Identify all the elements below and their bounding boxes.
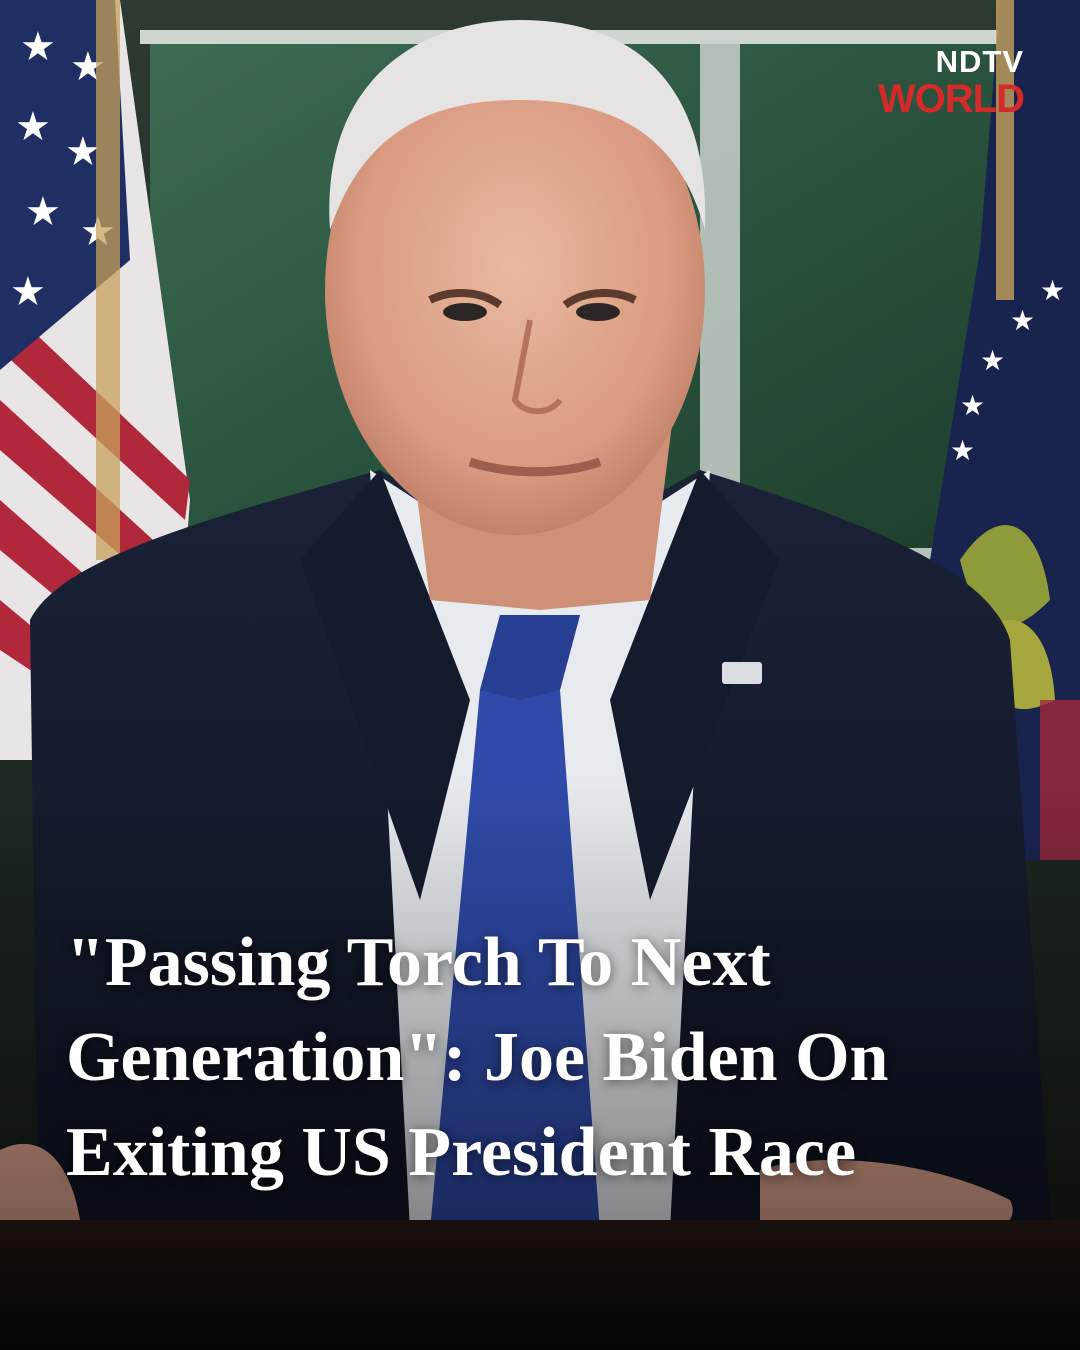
svg-text:★: ★ xyxy=(20,24,56,70)
headline-line: Generation": Joe Biden On xyxy=(66,1019,889,1096)
logo-ndtv: NDTV xyxy=(935,44,1024,79)
ndtv-world-logo: NDTV WORLD xyxy=(877,44,1025,121)
headline-line: Exiting US President Race xyxy=(66,1114,857,1191)
face xyxy=(325,20,706,535)
headline-line: "Passing Torch To Next xyxy=(66,924,771,1001)
svg-text:★: ★ xyxy=(950,434,975,467)
svg-text:★: ★ xyxy=(1010,304,1035,337)
svg-text:★: ★ xyxy=(1040,274,1065,307)
svg-text:★: ★ xyxy=(65,129,101,175)
svg-text:★: ★ xyxy=(10,269,46,315)
svg-text:★: ★ xyxy=(15,104,51,150)
svg-text:★: ★ xyxy=(980,344,1005,377)
svg-text:★: ★ xyxy=(960,389,985,422)
logo-world: WORLD xyxy=(877,77,1025,121)
headline: "Passing Torch To Next Generation": Joe … xyxy=(66,915,1026,1200)
svg-text:★: ★ xyxy=(25,189,61,235)
news-post: ★ ★ ★ ★ ★ ★ ★ ★ ★ ★ ★ ★ xyxy=(0,0,1080,1350)
